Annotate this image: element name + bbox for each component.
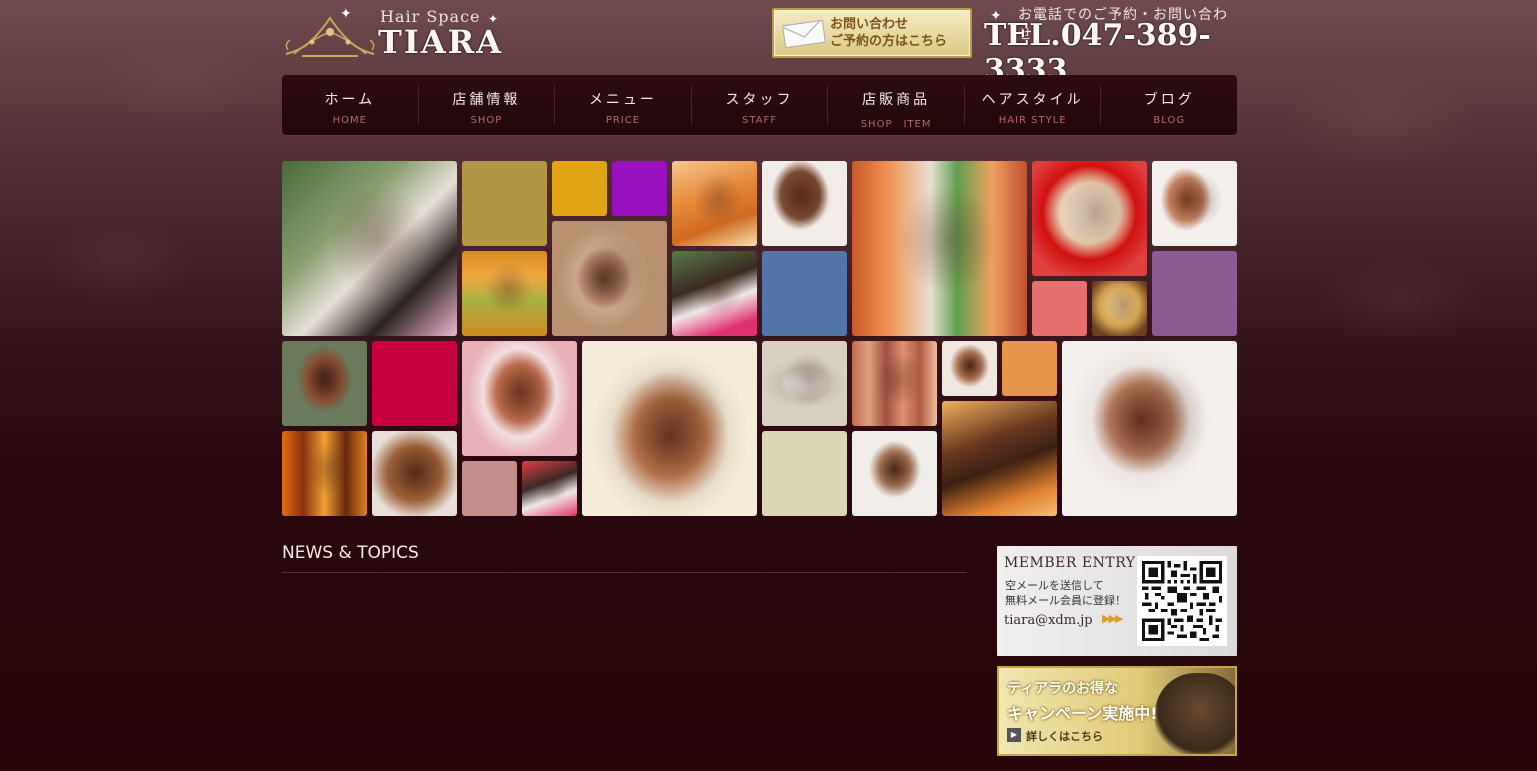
gallery-photo[interactable] [282,161,457,336]
gallery-photo[interactable] [852,341,937,426]
gallery-photo[interactable] [462,251,547,336]
nav-item-hair-style[interactable]: ヘアスタイル HAIR STYLE [965,85,1102,126]
triple-arrow-icon: ▶▶▶ [1102,612,1123,625]
member-entry-title: MEMBER ENTRY [1004,555,1136,571]
nav-label-en: SHOP ITEM [860,119,932,130]
gallery-photo[interactable] [1062,341,1237,516]
nav-label-en: BLOG [1153,115,1186,126]
color-tile [462,161,547,246]
nav-label-en: HAIR STYLE [998,115,1067,126]
member-entry-email: tiara@xdm.jp [1004,613,1093,628]
gallery-photo[interactable] [1032,161,1147,276]
logo-title: TIARA [378,23,504,61]
gallery-photo[interactable] [1092,281,1147,336]
person-photo [1155,673,1235,754]
nav-label-jp: 店舗情報 [452,92,521,108]
gallery-photo[interactable] [372,431,457,516]
envelope-icon [782,20,826,48]
color-tile [1032,281,1087,336]
nav-item-price[interactable]: メニュー PRICE [555,85,692,126]
gallery-photo[interactable] [942,401,1057,516]
nav-label-en: PRICE [605,115,641,126]
campaign-line-1: ティアラのお得な [1007,681,1119,697]
gallery-photo[interactable] [462,341,577,456]
qr-code-icon [1137,556,1227,646]
color-tile [612,161,667,216]
color-tile [1152,251,1237,336]
play-arrow-icon: ▶ [1007,728,1021,742]
gallery-photo[interactable] [672,251,757,336]
nav-item-shop-item[interactable]: 店販商品 SHOP ITEM [828,85,965,130]
main-navigation: ホーム HOME 店舗情報 SHOP メニュー PRICE スタッフ STAFF… [282,75,1237,135]
sparkle-icon: ✦ [340,6,352,22]
contact-button-text: お問い合わせ ご予約の方はこちら [830,16,947,50]
color-tile [462,461,517,516]
page-wrapper: ✦ ✦ Hair Space TIARA お問い合わせ ご予約の方はこちら ✦ … [282,0,1237,771]
nav-label-jp: メニュー [588,92,657,108]
gallery-photo[interactable] [282,431,367,516]
campaign-banner[interactable]: ティアラのお得な キャンペーン実施中! ▶ 詳しくはこちら [997,666,1237,756]
crown-icon [285,16,375,57]
campaign-details-link[interactable]: 詳しくはこちら [1026,728,1103,744]
site-logo[interactable]: ✦ ✦ Hair Space TIARA [282,4,504,61]
color-tile [372,341,457,426]
gallery-photo[interactable] [672,161,757,246]
gallery-photo[interactable] [1152,161,1237,246]
nav-label-jp: ブログ [1143,92,1195,108]
color-tile [762,431,847,516]
nav-item-blog[interactable]: ブログ BLOG [1101,85,1237,126]
nav-label-en: SHOP [470,115,503,126]
gallery-photo[interactable] [762,341,847,426]
nav-label-jp: スタッフ [725,92,794,108]
gallery-photo[interactable] [762,161,847,246]
gallery-photo[interactable] [942,341,997,396]
nav-label-en: HOME [332,115,367,126]
news-divider [282,572,967,573]
nav-label-jp: ヘアスタイル [981,92,1084,108]
nav-item-home[interactable]: ホーム HOME [282,85,419,126]
nav-item-staff[interactable]: スタッフ STAFF [692,85,829,126]
contact-reservation-button[interactable]: お問い合わせ ご予約の方はこちら [772,8,972,58]
campaign-line-2: キャンペーン実施中! [1007,704,1158,723]
gallery-photo[interactable] [282,341,367,426]
gallery-photo[interactable] [582,341,757,516]
gallery-photo[interactable] [552,221,667,336]
color-tile [762,251,847,336]
gallery-photo[interactable] [522,461,577,516]
news-topics-heading: NEWS & TOPICS [282,543,419,563]
member-entry-desc-1: 空メールを送信して [1005,579,1104,592]
nav-label-en: STAFF [742,115,778,126]
nav-label-jp: 店販商品 [862,92,931,108]
color-tile [552,161,607,216]
member-entry-banner[interactable]: MEMBER ENTRY 空メールを送信して 無料メール会員に登録！ tiara… [997,546,1237,656]
gallery-photo[interactable] [852,161,1027,336]
contact-line-2: ご予約の方はこちら [830,34,948,49]
member-entry-desc-2: 無料メール会員に登録！ [1005,594,1126,607]
contact-line-1: お問い合わせ [830,17,909,32]
nav-item-shop[interactable]: 店舗情報 SHOP [419,85,556,126]
color-tile [1002,341,1057,396]
nav-label-jp: ホーム [324,92,376,108]
gallery-photo[interactable] [852,431,937,516]
